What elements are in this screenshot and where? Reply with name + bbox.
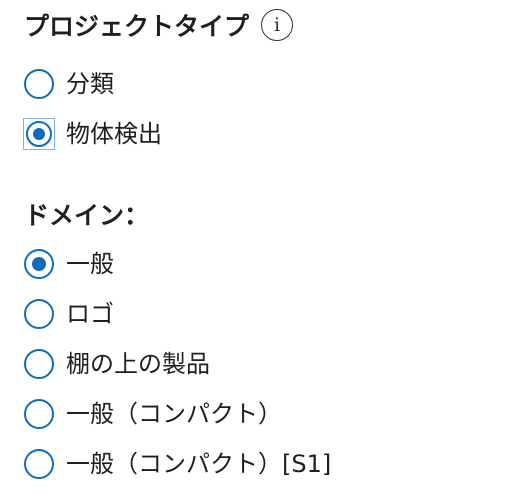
radio-focus-outline bbox=[23, 118, 55, 150]
radio-button-unchecked[interactable] bbox=[24, 349, 54, 379]
domain-option-general[interactable]: 一般 bbox=[24, 246, 114, 282]
radio-label: 一般（コンパクト）[S1] bbox=[66, 450, 332, 478]
project-type-heading: プロジェクトタイプ i bbox=[24, 5, 294, 45]
radio-label: 物体検出 bbox=[66, 120, 162, 148]
project-type-option-object-detection[interactable]: 物体検出 bbox=[23, 116, 162, 152]
domain-title: ドメイン： bbox=[24, 201, 150, 230]
radio-label: 分類 bbox=[66, 70, 114, 98]
radio-label: 一般（コンパクト） bbox=[66, 400, 282, 428]
radio-button-unchecked[interactable] bbox=[24, 299, 54, 329]
project-type-option-classification[interactable]: 分類 bbox=[24, 66, 114, 102]
domain-option-logo[interactable]: ロゴ bbox=[24, 296, 114, 332]
domain-option-general-compact-s1[interactable]: 一般（コンパクト）[S1] bbox=[24, 446, 331, 482]
radio-label: ロゴ bbox=[66, 300, 114, 328]
radio-button-unchecked[interactable] bbox=[24, 449, 54, 479]
radio-label: 一般 bbox=[66, 250, 114, 278]
radio-button-checked[interactable] bbox=[26, 121, 52, 147]
domain-option-products-on-shelves[interactable]: 棚の上の製品 bbox=[24, 346, 210, 382]
domain-option-general-compact[interactable]: 一般（コンパクト） bbox=[24, 396, 282, 432]
radio-button-unchecked[interactable] bbox=[24, 69, 54, 99]
radio-button-checked[interactable] bbox=[24, 249, 54, 279]
radio-label: 棚の上の製品 bbox=[66, 350, 210, 378]
info-icon[interactable]: i bbox=[261, 9, 294, 41]
radio-button-unchecked[interactable] bbox=[24, 399, 54, 429]
project-type-title: プロジェクトタイプ bbox=[24, 12, 250, 41]
domain-heading: ドメイン： bbox=[24, 194, 149, 234]
